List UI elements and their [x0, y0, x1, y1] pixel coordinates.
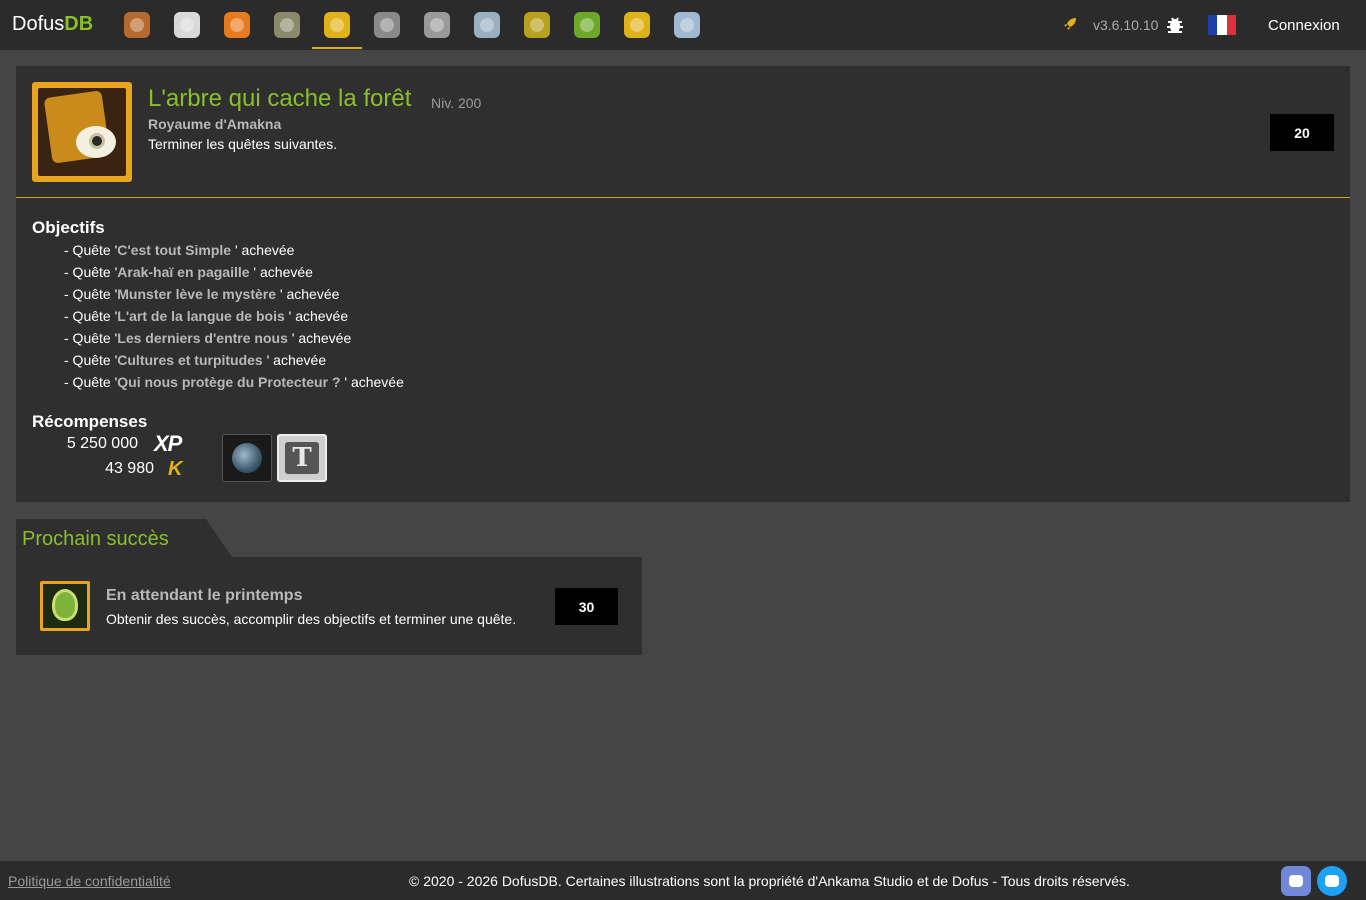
objective-prefix: - Quête ' — [64, 242, 118, 258]
twitter-icon[interactable] — [1317, 866, 1347, 896]
next-achievement-card[interactable]: En attendant le printemps Obtenir des su… — [16, 557, 642, 655]
quest-link[interactable]: Munster lève le mystère — [117, 286, 276, 302]
objective-item: - Quête 'Cultures et turpitudes ' achevé… — [48, 350, 404, 372]
copyright-text: © 2020 - 2026 DofusDB. Certaines illustr… — [409, 873, 1130, 889]
crossed-swords-icon — [474, 12, 500, 38]
kamas-value: 43 980 — [105, 460, 154, 477]
top-navbar: DofusDB v3.6.10.10 Connexion — [0, 0, 1366, 50]
helmet-icon — [424, 12, 450, 38]
objective-suffix: ' achevée — [284, 308, 349, 324]
next-achievement-title[interactable]: En attendant le printemps — [106, 587, 302, 605]
objective-suffix: ' achevée — [287, 330, 352, 346]
title-glyph: T — [292, 443, 312, 473]
flag-stripe — [1226, 15, 1236, 35]
nav-item-trophy[interactable] — [312, 0, 362, 50]
nav-item-monster[interactable] — [162, 0, 212, 50]
objective-prefix: - Quête ' — [64, 352, 118, 368]
objective-suffix: ' achevée — [340, 374, 404, 390]
objective-suffix: ' achevée — [231, 242, 295, 258]
xp-value: 5 250 000 — [66, 435, 138, 452]
objective-prefix: - Quête ' — [64, 330, 118, 346]
reward-orb-icon[interactable] — [222, 434, 272, 482]
version-label: v3.6.10.10 — [1093, 17, 1159, 33]
bag-icon — [124, 12, 150, 38]
nav-item-shirt[interactable] — [562, 0, 612, 50]
objective-item: - Quête 'Les derniers d'entre nous ' ach… — [48, 328, 404, 350]
achievement-title: L'arbre qui cache la forêt — [148, 85, 412, 112]
objective-prefix: - Quête ' — [64, 374, 118, 390]
rewards-title: Récompenses — [32, 412, 148, 431]
objectives-title: Objectifs — [32, 218, 105, 237]
xp-icon: XP — [154, 431, 182, 456]
brand-prefix: Dofus — [12, 13, 65, 35]
achievement-icon — [32, 82, 132, 182]
achievement-header: L'arbre qui cache la forêt Niv. 200 Roya… — [16, 66, 1350, 198]
achievement-card: L'arbre qui cache la forêt Niv. 200 Roya… — [16, 66, 1350, 502]
next-achievement-points: 30 — [555, 588, 618, 625]
next-achievement-icon — [40, 581, 90, 631]
next-achievement-description: Obtenir des succès, accomplir des object… — [106, 611, 517, 627]
egg-icon — [52, 589, 78, 621]
brand-logo[interactable]: DofusDB — [12, 13, 93, 36]
objective-item: - Quête 'Qui nous protège du Protecteur … — [48, 372, 404, 394]
footer: Politique de confidentialité © 2020 - 20… — [0, 861, 1366, 900]
nav-item-bag[interactable] — [112, 0, 162, 50]
objective-suffix: ' achevée — [262, 352, 327, 368]
nav-item-sack[interactable] — [512, 0, 562, 50]
privacy-link[interactable]: Politique de confidentialité — [8, 873, 171, 889]
sack-icon — [524, 12, 550, 38]
achievement-points: 20 — [1270, 114, 1334, 151]
nav-item-scroll[interactable] — [262, 0, 312, 50]
objective-item: - Quête 'C'est tout Simple ' achevée — [48, 240, 404, 262]
achievement-description: Terminer les quêtes suivantes. — [148, 136, 338, 152]
quest-link[interactable]: Cultures et turpitudes — [117, 352, 262, 368]
shirt-icon — [574, 12, 600, 38]
tools-icon — [674, 12, 700, 38]
kamas-icon: K — [168, 458, 183, 480]
bug-icon[interactable] — [1166, 15, 1184, 35]
achievement-level: Niv. 200 — [431, 95, 482, 111]
french-flag-icon[interactable] — [1208, 15, 1236, 35]
flag-stripe — [1217, 15, 1227, 35]
brand-suffix: DB — [64, 13, 94, 35]
nav-item-spell[interactable] — [612, 0, 662, 50]
scroll-icon — [274, 12, 300, 38]
rocket-icon[interactable] — [1062, 16, 1078, 32]
objective-prefix: - Quête ' — [64, 286, 118, 302]
nav-item-crossed-swords[interactable] — [462, 0, 512, 50]
nav-item-skull[interactable] — [362, 0, 412, 50]
objective-item: - Quête 'L'art de la langue de bois ' ac… — [48, 306, 404, 328]
login-button[interactable]: Connexion — [1268, 17, 1340, 34]
trophy-icon — [324, 12, 350, 38]
character-icon — [224, 12, 250, 38]
objective-prefix: - Quête ' — [64, 308, 118, 324]
objectives-list: - Quête 'C'est tout Simple ' achevée - Qu… — [48, 240, 404, 394]
objective-item: - Quête 'Munster lève le mystère ' achev… — [48, 284, 404, 306]
objective-suffix: ' achevée — [249, 264, 313, 280]
nav-item-helmet[interactable] — [412, 0, 462, 50]
achievement-category[interactable]: Royaume d'Amakna — [148, 116, 281, 132]
flag-stripe — [1208, 15, 1218, 35]
monster-icon — [174, 12, 200, 38]
quest-link[interactable]: Qui nous protège du Protecteur ? — [117, 374, 340, 390]
objective-prefix: - Quête ' — [64, 264, 118, 280]
objective-item: - Quête 'Arak-haï en pagaille ' achevée — [48, 262, 404, 284]
next-achievement-tab: Prochain succès — [16, 519, 232, 557]
nav-item-tools[interactable] — [662, 0, 712, 50]
quest-link[interactable]: C'est tout Simple — [117, 242, 231, 258]
quest-link[interactable]: L'art de la langue de bois — [117, 308, 284, 324]
quest-link[interactable]: Arak-haï en pagaille — [117, 264, 249, 280]
nav-icon-bar — [112, 0, 712, 50]
next-achievement-heading: Prochain succès — [22, 528, 169, 550]
objective-suffix: ' achevée — [276, 286, 340, 302]
nav-item-character[interactable] — [212, 0, 262, 50]
skull-icon — [374, 12, 400, 38]
reward-title-icon[interactable]: T — [277, 434, 327, 482]
discord-icon[interactable] — [1281, 866, 1311, 896]
spell-icon — [624, 12, 650, 38]
quest-link[interactable]: Les derniers d'entre nous — [117, 330, 288, 346]
